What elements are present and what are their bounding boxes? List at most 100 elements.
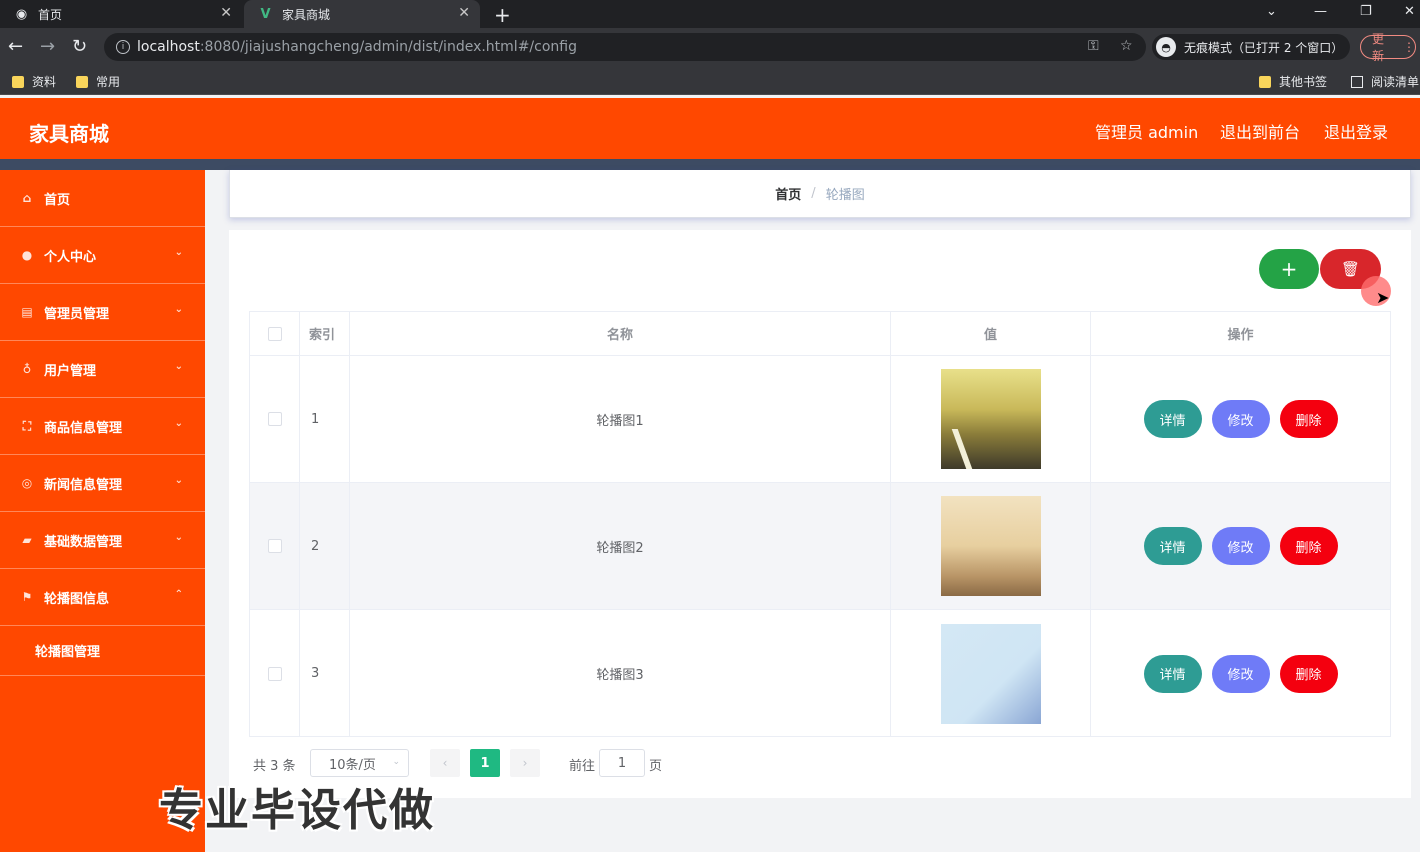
reading-list[interactable]: 阅读清单 bbox=[1351, 73, 1419, 90]
reload-icon[interactable]: ↻ bbox=[72, 36, 87, 57]
sidebar-item-news-management[interactable]: ◎ 新闻信息管理 ⌄ bbox=[0, 455, 205, 512]
sidebar-item-label: 商品信息管理 bbox=[44, 420, 123, 436]
name-cell: 轮播图3 bbox=[350, 610, 891, 737]
folder-icon bbox=[12, 75, 24, 88]
select-all-checkbox[interactable] bbox=[267, 326, 282, 341]
breadcrumb-home[interactable]: 首页 bbox=[775, 184, 801, 203]
page-number-current[interactable]: 1 bbox=[470, 749, 500, 777]
folder-icon bbox=[1259, 75, 1271, 88]
chevron-left-icon: ‹ bbox=[442, 756, 448, 770]
row-checkbox[interactable] bbox=[267, 539, 282, 553]
header-divider bbox=[0, 159, 1420, 170]
new-tab-button[interactable]: + bbox=[494, 3, 511, 27]
forward-arrow-icon[interactable]: → bbox=[40, 36, 55, 57]
delete-button[interactable]: 删除 bbox=[1279, 654, 1338, 693]
minimize-icon[interactable]: — bbox=[1314, 4, 1327, 19]
chevron-down-icon: ⌄ bbox=[174, 247, 183, 258]
sidebar-item-user-management[interactable]: ♁ 用户管理 ⌄ bbox=[0, 341, 205, 398]
incognito-label: 无痕模式（已打开 2 个窗口） bbox=[1184, 40, 1344, 55]
sidebar-item-label: 基础数据管理 bbox=[44, 534, 123, 550]
page-size-select[interactable]: 10条/页 ⌄ bbox=[310, 749, 409, 777]
table-row: 3 轮播图3 详情 修改 删除 bbox=[250, 610, 1390, 737]
close-icon[interactable]: ✕ bbox=[458, 5, 470, 21]
edit-button[interactable]: 修改 bbox=[1211, 527, 1270, 565]
page-suffix-label: 页 bbox=[649, 759, 663, 774]
app-header: 家具商城 管理员 admin 退出到前台 退出登录 bbox=[0, 98, 1420, 159]
target-icon: ◎ bbox=[21, 476, 33, 490]
bookmark-folder[interactable]: 资料 bbox=[12, 73, 56, 90]
value-cell bbox=[891, 356, 1091, 482]
edit-button[interactable]: 修改 bbox=[1211, 400, 1270, 438]
restore-icon[interactable]: ❐ bbox=[1360, 4, 1372, 19]
table-header-row: 索引 名称 值 操作 bbox=[250, 312, 1390, 356]
home-icon: ⌂ bbox=[22, 191, 32, 205]
sidebar-item-home[interactable]: ⌂ 首页 bbox=[0, 170, 205, 227]
wallet-icon: ▰ bbox=[22, 533, 32, 547]
sidebar-subitem-carousel-management[interactable]: 轮播图管理 bbox=[0, 626, 205, 676]
detail-button[interactable]: 详情 bbox=[1143, 654, 1202, 693]
close-icon[interactable]: ✕ bbox=[220, 5, 232, 21]
microphone-icon: ♁ bbox=[22, 362, 32, 376]
bookmark-folder[interactable]: 常用 bbox=[76, 73, 120, 90]
row-checkbox[interactable] bbox=[267, 412, 282, 426]
edit-button[interactable]: 修改 bbox=[1211, 654, 1270, 693]
next-page-button[interactable]: › bbox=[510, 749, 540, 777]
plus-icon: + bbox=[1280, 257, 1298, 281]
brand-title: 家具商城 bbox=[29, 122, 109, 146]
browser-tab-home[interactable]: ◉ 首页 ✕ bbox=[0, 0, 242, 28]
delete-button[interactable]: 删除 bbox=[1279, 527, 1338, 565]
sidebar-item-label: 新闻信息管理 bbox=[44, 477, 123, 493]
delete-button[interactable]: 删除 bbox=[1279, 400, 1338, 438]
goto-page-input[interactable]: 1 bbox=[599, 749, 645, 777]
actions-cell: 详情 修改 删除 bbox=[1091, 610, 1390, 737]
globe-icon: ◉ bbox=[15, 6, 28, 22]
sidebar-item-label: 管理员管理 bbox=[44, 306, 110, 322]
checkbox-cell bbox=[250, 610, 300, 737]
sidebar-item-product-management[interactable]: ⛶ 商品信息管理 ⌄ bbox=[0, 398, 205, 455]
detail-button[interactable]: 详情 bbox=[1143, 527, 1202, 565]
url-input[interactable]: i localhost:8080/jiajushangcheng/admin/d… bbox=[104, 33, 1146, 61]
more-menu-icon[interactable]: ⋮ bbox=[1403, 40, 1415, 54]
key-icon[interactable]: ⚿ bbox=[1088, 38, 1099, 54]
carousel-thumbnail[interactable] bbox=[940, 369, 1041, 469]
incognito-indicator[interactable]: ◓ 无痕模式（已打开 2 个窗口） bbox=[1152, 34, 1350, 60]
table-row: 2 轮播图2 详情 修改 删除 bbox=[250, 483, 1390, 610]
site-info-icon[interactable]: i bbox=[116, 40, 130, 54]
sidebar-item-label: 个人中心 bbox=[44, 249, 97, 265]
sidebar-item-basic-data[interactable]: ▰ 基础数据管理 ⌄ bbox=[0, 512, 205, 569]
sidebar: ⌂ 首页 ● 个人中心 ⌄ ▤ 管理员管理 ⌄ ♁ 用户管理 ⌄ ⛶ 商品信息管… bbox=[0, 170, 205, 852]
actions-cell: 详情 修改 删除 bbox=[1091, 483, 1390, 609]
exit-to-frontend-link[interactable]: 退出到前台 bbox=[1220, 119, 1300, 143]
star-icon[interactable]: ☆ bbox=[1120, 38, 1133, 54]
chevron-down-icon: ⌄ bbox=[174, 304, 183, 315]
carousel-thumbnail[interactable] bbox=[940, 623, 1041, 724]
breadcrumb-current: 轮播图 bbox=[825, 188, 865, 203]
back-arrow-icon[interactable]: ← bbox=[8, 36, 23, 57]
chevron-down-icon: ⌄ bbox=[174, 475, 183, 486]
sidebar-item-carousel[interactable]: ⚑ 轮播图信息 ⌃ bbox=[0, 569, 205, 626]
add-button[interactable]: + bbox=[1259, 249, 1319, 289]
bookmark-label: 其他书签 bbox=[1279, 75, 1328, 89]
bookmark-label: 阅读清单 bbox=[1371, 75, 1420, 89]
logout-link[interactable]: 退出登录 bbox=[1324, 119, 1388, 143]
flag-icon: ⚑ bbox=[21, 590, 33, 604]
sidebar-item-admin-management[interactable]: ▤ 管理员管理 ⌄ bbox=[0, 284, 205, 341]
browser-tab-shop[interactable]: V 家具商城 ✕ bbox=[244, 0, 480, 28]
tab-search-icon[interactable]: ⌄ bbox=[1266, 4, 1277, 19]
vue-icon: V bbox=[260, 6, 271, 22]
pagination-total: 共 3 条 bbox=[253, 759, 296, 774]
row-checkbox[interactable] bbox=[267, 666, 282, 681]
sidebar-item-personal-center[interactable]: ● 个人中心 ⌄ bbox=[0, 227, 205, 284]
detail-button[interactable]: 详情 bbox=[1143, 400, 1202, 438]
clipboard-icon: ▤ bbox=[21, 305, 33, 319]
bookmark-label: 常用 bbox=[96, 75, 121, 89]
update-button[interactable]: 更新 ⋮ bbox=[1360, 32, 1416, 63]
prev-page-button[interactable]: ‹ bbox=[430, 749, 460, 777]
window-close-icon[interactable]: ✕ bbox=[1404, 4, 1415, 19]
admin-user-link[interactable]: 管理员 admin bbox=[1095, 119, 1198, 143]
other-bookmarks[interactable]: 其他书签 bbox=[1259, 73, 1327, 90]
breadcrumb: 首页 / 轮播图 bbox=[229, 170, 1411, 218]
column-header-value: 值 bbox=[891, 312, 1091, 355]
carousel-thumbnail[interactable] bbox=[940, 496, 1041, 596]
value-cell bbox=[891, 483, 1091, 609]
